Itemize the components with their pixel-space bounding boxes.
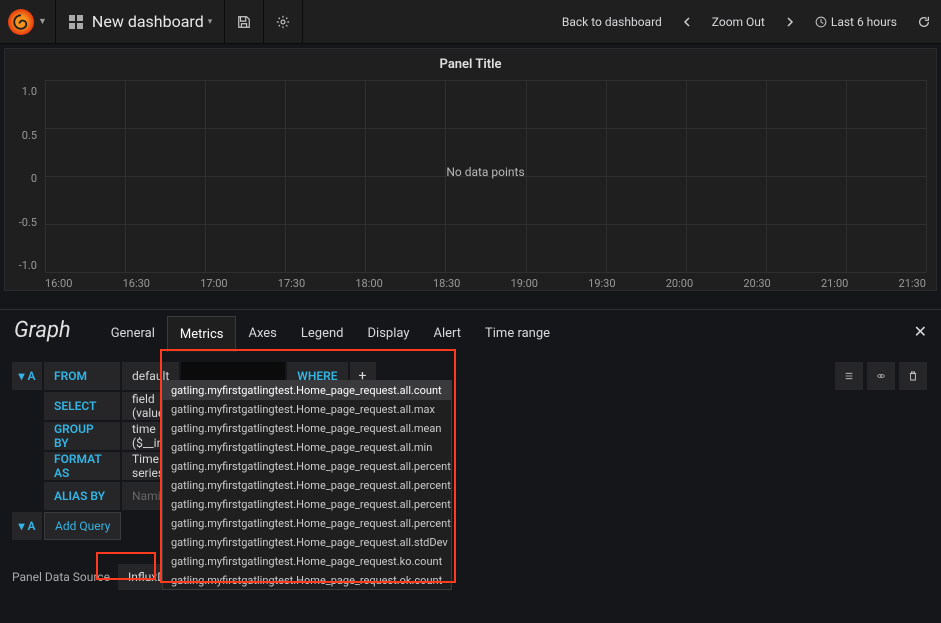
x-tick: 16:30 <box>123 277 150 290</box>
eye-icon <box>877 371 885 381</box>
x-tick: 19:00 <box>511 277 538 290</box>
query-visibility-button[interactable] <box>867 362 895 390</box>
tab-alert[interactable]: Alert <box>422 316 474 352</box>
dropdown-item[interactable]: gatling.myfirstgatlingtest.Home_page_req… <box>163 457 451 476</box>
query-delete-button[interactable] <box>899 362 927 390</box>
y-tick: -1.0 <box>19 259 37 272</box>
tab-metrics[interactable]: Metrics <box>167 316 237 352</box>
dropdown-item[interactable]: gatling.myfirstgatlingtest.Home_page_req… <box>163 552 451 571</box>
dashboard-title: New dashboard <box>92 12 204 31</box>
logo-menu[interactable]: ▼ <box>0 0 56 43</box>
x-tick: 21:30 <box>899 277 926 290</box>
measurement-dropdown[interactable]: gatling.myfirstgatlingtest.Home_page_req… <box>162 380 452 590</box>
time-prev-button[interactable] <box>672 0 702 43</box>
dropdown-item[interactable]: gatling.myfirstgatlingtest.Home_page_req… <box>163 381 451 400</box>
tab-general[interactable]: General <box>99 316 167 352</box>
dashboard-picker[interactable]: New dashboard ▾ <box>56 0 225 43</box>
datasource-label: Panel Data Source <box>12 570 110 584</box>
select-label: SELECT <box>44 392 120 420</box>
time-next-button[interactable] <box>775 0 805 43</box>
x-tick: 17:30 <box>278 277 305 290</box>
y-tick: 0.5 <box>22 129 37 142</box>
grid-icon <box>68 14 84 30</box>
format-label: FORMAT AS <box>44 452 120 480</box>
tab-legend[interactable]: Legend <box>289 316 356 352</box>
clock-icon <box>815 16 827 28</box>
query-letter: A <box>28 369 36 383</box>
query-menu-button[interactable] <box>835 362 863 390</box>
alias-label: ALIAS BY <box>44 482 120 510</box>
from-label: FROM <box>44 362 120 390</box>
y-tick: 1.0 <box>22 85 37 98</box>
x-tick: 20:00 <box>666 277 693 290</box>
x-tick: 18:00 <box>355 277 382 290</box>
groupby-label: GROUP BY <box>44 422 120 450</box>
dropdown-item[interactable]: gatling.myfirstgatlingtest.Home_page_req… <box>163 419 451 438</box>
panel-editor: Graph GeneralMetricsAxesLegendDisplayAle… <box>0 309 941 596</box>
x-tick: 18:30 <box>433 277 460 290</box>
dropdown-item[interactable]: gatling.myfirstgatlingtest.Home_page_req… <box>163 400 451 419</box>
chart-panel: Panel Title 1.0 0.5 0 -0.5 -1.0 No data … <box>4 48 937 291</box>
x-tick: 17:00 <box>200 277 227 290</box>
add-query-button[interactable]: Add Query <box>44 512 121 540</box>
chart-area[interactable]: 1.0 0.5 0 -0.5 -1.0 No data points 16:00… <box>5 80 936 290</box>
x-tick: 19:30 <box>588 277 615 290</box>
tab-axes[interactable]: Axes <box>236 316 288 352</box>
y-tick: -0.5 <box>19 216 37 229</box>
save-icon <box>237 15 251 29</box>
y-axis: 1.0 0.5 0 -0.5 -1.0 <box>5 80 45 290</box>
save-button[interactable] <box>225 0 264 43</box>
dropdown-item[interactable]: gatling.myfirstgatlingtest.Home_page_req… <box>163 514 451 533</box>
gear-icon <box>276 15 290 29</box>
dropdown-item[interactable]: gatling.myfirstgatlingtest.Home_page_req… <box>163 476 451 495</box>
trash-icon <box>909 370 917 382</box>
tab-time-range[interactable]: Time range <box>473 316 562 352</box>
time-range-picker[interactable]: Last 6 hours <box>805 0 907 43</box>
editor-title: Graph <box>0 310 99 343</box>
dropdown-item[interactable]: gatling.myfirstgatlingtest.Home_page_req… <box>163 571 451 590</box>
caret-down-icon: ▾ <box>208 17 213 27</box>
close-editor-button[interactable]: ✕ <box>900 312 941 351</box>
refresh-button[interactable] <box>907 0 941 43</box>
plot-grid: No data points <box>45 80 926 272</box>
editor-tabs: GeneralMetricsAxesLegendDisplayAlertTime… <box>99 316 562 352</box>
grafana-logo-icon <box>8 9 34 35</box>
caret-down-icon: ▼ <box>38 16 47 27</box>
zoom-out-button[interactable]: Zoom Out <box>702 0 775 43</box>
menu-icon <box>845 371 853 381</box>
tab-display[interactable]: Display <box>356 316 422 352</box>
query-collapse[interactable]: ▾ A <box>12 512 42 540</box>
dropdown-item[interactable]: gatling.myfirstgatlingtest.Home_page_req… <box>163 438 451 457</box>
chevron-left-icon <box>682 17 692 27</box>
navbar: ▼ New dashboard ▾ Back to dashboard Zoom… <box>0 0 941 44</box>
x-tick: 21:00 <box>821 277 848 290</box>
dropdown-item[interactable]: gatling.myfirstgatlingtest.Home_page_req… <box>163 533 451 552</box>
no-data-label: No data points <box>446 165 524 179</box>
y-tick: 0 <box>31 172 37 185</box>
chevron-right-icon <box>785 17 795 27</box>
back-to-dashboard-link[interactable]: Back to dashboard <box>552 0 672 43</box>
editor-header: Graph GeneralMetricsAxesLegendDisplayAle… <box>0 309 941 352</box>
query-toggle[interactable]: ▾ A <box>12 362 42 390</box>
query-editor: ▾ A FROM default WHERE + SELECT field (v… <box>0 352 941 596</box>
x-axis: 16:00 16:30 17:00 17:30 18:00 18:30 19:00 19:30… <box>45 277 926 290</box>
dropdown-item[interactable]: gatling.myfirstgatlingtest.Home_page_req… <box>163 495 451 514</box>
x-tick: 16:00 <box>45 277 72 290</box>
refresh-icon <box>917 15 931 29</box>
settings-button[interactable] <box>264 0 303 43</box>
time-range-label: Last 6 hours <box>831 15 897 29</box>
panel-title: Panel Title <box>5 49 936 80</box>
x-tick: 20:30 <box>743 277 770 290</box>
